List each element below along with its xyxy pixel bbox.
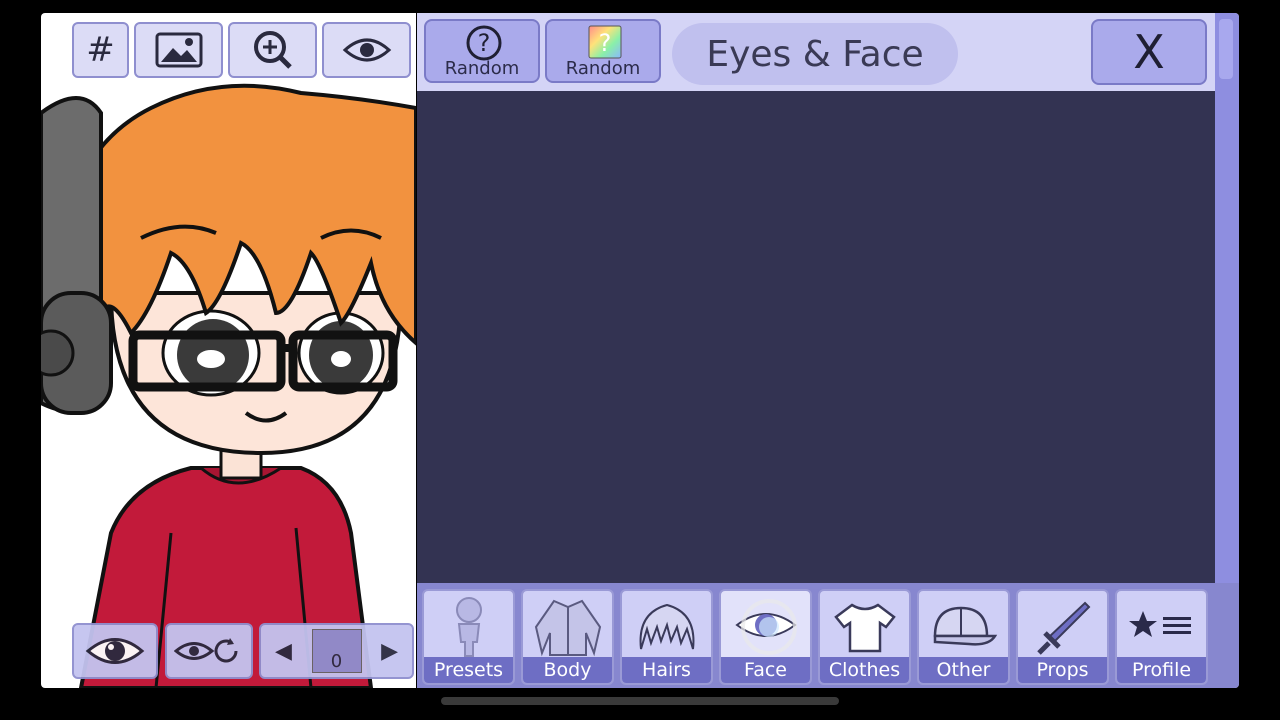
panel-title: Eyes & Face [672, 23, 958, 85]
visibility-button[interactable] [322, 22, 411, 78]
hash-icon: # [86, 30, 115, 70]
tab-body[interactable]: Body [521, 589, 614, 685]
tab-face[interactable]: Face [719, 589, 812, 685]
toggle-eye-button[interactable] [72, 623, 158, 679]
zoom-button[interactable] [228, 22, 317, 78]
zoom-in-icon [253, 31, 292, 69]
tab-hairs[interactable]: Hairs [620, 589, 713, 685]
character-illustration [41, 83, 416, 688]
close-button[interactable]: X [1091, 19, 1207, 85]
tab-hairs-label: Hairs [622, 657, 711, 683]
shirt-icon [833, 603, 896, 653]
tab-face-label: Face [721, 657, 810, 683]
question-circle-icon: ? [466, 25, 502, 61]
character-preview: # ◀ 0 ▶ [41, 13, 416, 688]
tab-profile-label: Profile [1117, 657, 1206, 683]
eye-reset-icon [174, 638, 238, 663]
cap-icon [933, 606, 997, 646]
svg-text:?: ? [599, 29, 612, 57]
sword-icon [1036, 601, 1090, 655]
tab-profile[interactable]: Profile [1115, 589, 1208, 685]
layer-value: 0 [330, 651, 343, 672]
random-color-button[interactable]: ? Random [545, 19, 661, 83]
image-icon [155, 32, 202, 68]
tab-presets-label: Presets [424, 657, 513, 683]
tab-props[interactable]: Props [1016, 589, 1109, 685]
jacket-icon [534, 599, 601, 657]
editor-panel: ? Random ? Random Eyes & Face X Presets … [417, 13, 1239, 688]
game-screen: # ◀ 0 ▶ ? Random ? Random Eyes & Face X … [41, 13, 1239, 688]
panel-header: ? Random ? Random Eyes & Face X [417, 13, 1215, 91]
hair-icon [639, 603, 694, 650]
random-button[interactable]: ? Random [424, 19, 540, 83]
arrow-left-icon[interactable]: ◀ [275, 639, 292, 664]
eye-icon [342, 38, 391, 62]
scrollbar-thumb[interactable] [1219, 19, 1233, 79]
background-button[interactable] [134, 22, 223, 78]
tab-props-label: Props [1018, 657, 1107, 683]
silhouette-icon [455, 597, 482, 657]
layer-selector[interactable]: ◀ 0 ▶ [259, 623, 414, 679]
arrow-right-icon[interactable]: ▶ [381, 639, 398, 664]
star-list-icon [1128, 611, 1191, 637]
eye-icon [734, 599, 797, 655]
eye-icon [85, 638, 145, 664]
scrollbar[interactable] [1215, 13, 1239, 583]
tab-other[interactable]: Other [917, 589, 1010, 685]
tab-other-label: Other [919, 657, 1008, 683]
reset-eye-button[interactable] [165, 623, 253, 679]
options-area [417, 91, 1215, 583]
random-button-label: Random [444, 58, 520, 79]
tab-presets[interactable]: Presets [422, 589, 515, 685]
rainbow-question-icon: ? [588, 25, 622, 59]
tab-body-label: Body [523, 657, 612, 683]
tab-clothes[interactable]: Clothes [818, 589, 911, 685]
grid-button[interactable]: # [72, 22, 129, 78]
svg-text:?: ? [478, 29, 491, 57]
random-color-button-label: Random [565, 58, 641, 79]
category-bar: Presets Body Hairs Face Clothes Other Pr… [417, 583, 1239, 688]
layer-thumbnail: 0 [311, 629, 362, 673]
home-indicator[interactable] [441, 697, 839, 705]
tab-clothes-label: Clothes [820, 657, 909, 683]
